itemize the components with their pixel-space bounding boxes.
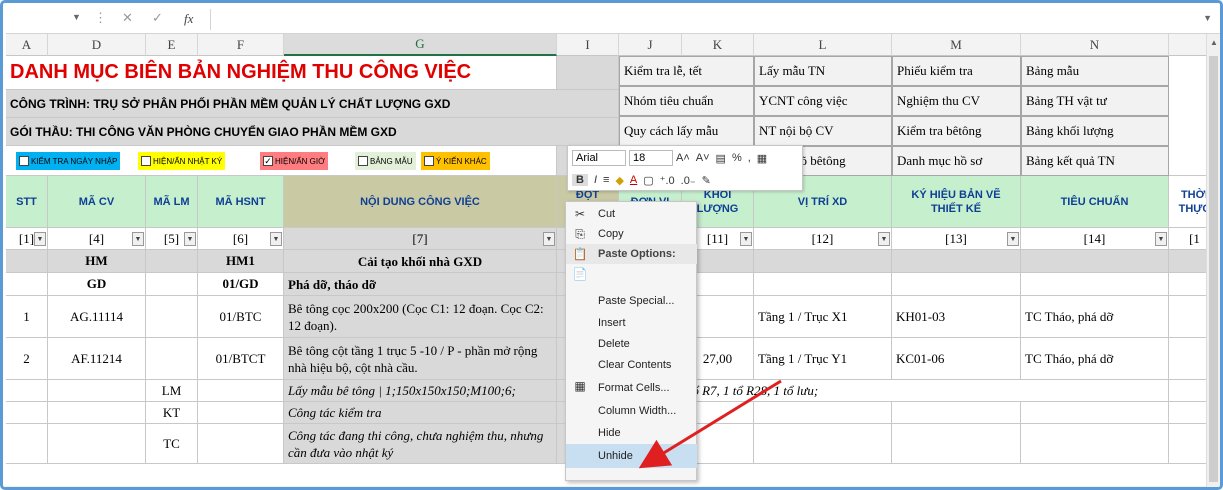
annotation-arrow: [638, 379, 782, 469]
excel-window: ▼ ⋮ ✕ ✓ fx ▼ A D E F G I J K L M N DANH MỤC BIÊN BẢ…: [0, 0, 1223, 490]
